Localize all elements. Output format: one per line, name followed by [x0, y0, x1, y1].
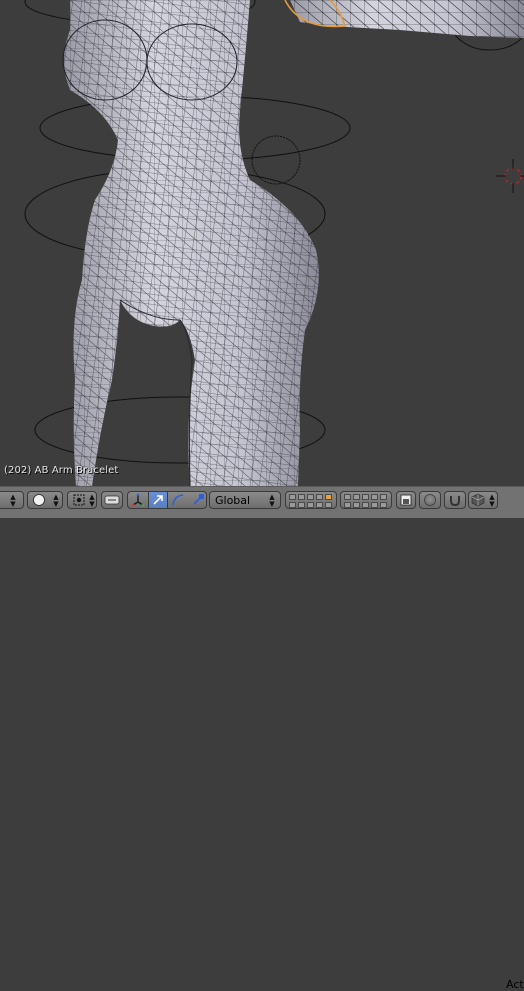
manipulator-group [127, 491, 207, 509]
layers-grid-right[interactable] [340, 491, 392, 509]
lock-layers-toggle[interactable] [396, 491, 416, 509]
updown-arrows-icon: ▲ ▼ [269, 493, 275, 508]
pivot-point-select[interactable]: ▲ ▼ [67, 491, 97, 509]
body-mesh [62, 0, 319, 486]
object-info-label: (202) AB Arm Bracelet [4, 465, 119, 476]
mesh-render [24, 0, 524, 486]
layers-grid-icon [343, 493, 389, 509]
magnet-icon [450, 496, 460, 507]
layers-grid-left[interactable] [285, 491, 337, 509]
truncated-label: Act [506, 978, 524, 991]
manipulator-scale[interactable] [188, 492, 208, 508]
arc-icon [172, 494, 184, 506]
proportional-edit-toggle[interactable] [419, 491, 441, 509]
manipulator-icon [104, 495, 120, 505]
updown-arrows-icon: ▲ ▼ [89, 493, 95, 508]
layer-lock-icon [400, 494, 412, 506]
arrow-icon [153, 495, 163, 505]
pivot-icon [73, 494, 85, 506]
manipulator-translate[interactable] [148, 491, 168, 509]
updown-arrows-icon: ▲ ▼ [53, 493, 59, 508]
scale-icon [193, 494, 204, 505]
cube-icon [471, 493, 485, 507]
viewport-header: ▲ ▼ ▲ ▼ ▲ ▼ Global ▲ ▼ ▲ ▼ Act [0, 486, 524, 991]
manipulator-combined[interactable] [128, 492, 148, 508]
manipulator-toggle[interactable] [101, 491, 123, 509]
mode-select[interactable]: ▲ ▼ [0, 491, 24, 509]
viewport-shading-select[interactable]: ▲ ▼ [27, 491, 63, 509]
circle-icon [33, 494, 45, 506]
axis-icon [131, 493, 145, 507]
snap-toggle[interactable] [444, 491, 466, 509]
proportional-icon [424, 494, 436, 506]
snap-element-select[interactable]: ▲ ▼ [468, 491, 498, 509]
3d-viewport[interactable]: (202) AB Arm Bracelet [0, 0, 524, 486]
layers-grid-icon [288, 493, 334, 509]
transform-orientation-label: Global [215, 493, 251, 507]
3d-cursor [496, 159, 524, 193]
transform-orientation-select[interactable]: Global ▲ ▼ [209, 491, 281, 509]
manipulator-rotate[interactable] [168, 492, 188, 508]
updown-arrows-icon: ▲ ▼ [489, 493, 495, 508]
arm-mesh [284, 0, 524, 38]
updown-arrows-icon: ▲ ▼ [10, 493, 16, 508]
